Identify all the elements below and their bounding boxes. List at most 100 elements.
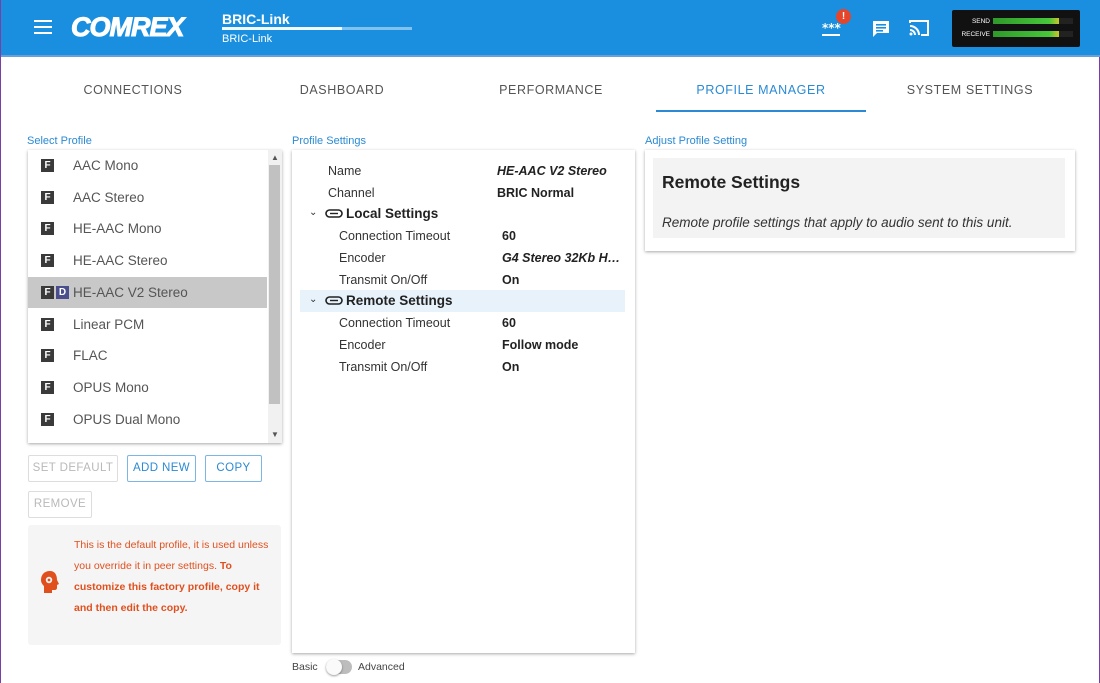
profile-name: AAC Stereo [73,190,145,205]
info-text: This is the default profile, it is used … [74,535,274,619]
setting-row-remote-encoder[interactable]: Encoder Follow mode [300,334,625,356]
svg-text:***: *** [822,21,842,35]
profile-item-selected[interactable]: F D HE-AAC V2 Stereo [28,277,267,308]
profile-item[interactable]: F HE-AAC Stereo [28,245,267,276]
setting-value: On [502,360,520,374]
device-status-bar [222,27,412,30]
profile-item[interactable]: F OPUS Mono [28,372,267,403]
link-icon [325,209,343,218]
setting-row-local-encoder[interactable]: Encoder G4 Stereo 32Kb HE-AAC V2 [300,247,625,269]
factory-badge-icon: F [41,254,54,267]
main-tabs: CONNECTIONS DASHBOARD PERFORMANCE PROFIL… [28,72,1074,112]
copy-button[interactable]: COPY [205,455,262,482]
setting-row-channel[interactable]: Channel BRIC Normal [300,182,625,204]
remote-settings-group[interactable]: ⌄ Remote Settings [300,290,625,312]
link-icon [325,296,343,305]
scrollbar-thumb[interactable] [269,165,280,404]
default-badge-icon: D [56,286,69,299]
setting-key: Name [328,164,362,178]
add-new-button[interactable]: ADD NEW [127,455,196,482]
top-app-bar: COMREX BRIC-Link BRIC-Link *** ! SEND RE… [1,0,1100,57]
profile-name: HE-AAC Mono [73,221,162,236]
adjust-profile-panel: Remote Settings Remote profile settings … [645,150,1075,251]
group-label: Remote Settings [346,293,453,308]
profile-name: AAC Mono [73,158,139,173]
setting-value: 60 [502,229,516,243]
hamburger-menu-icon[interactable] [34,20,52,34]
send-label: SEND [971,18,990,25]
cast-icon[interactable] [907,18,931,40]
chat-icon[interactable] [870,18,894,40]
setting-key: Connection Timeout [339,316,451,330]
select-profile-label: Select Profile [27,135,92,147]
setting-value: 60 [502,316,516,330]
info-text-part1: This is the default profile, it is used … [74,539,269,572]
basic-advanced-toggle[interactable] [326,659,352,675]
setting-value: HE-AAC V2 Stereo [497,164,607,178]
factory-badge-icon: F [41,159,54,172]
remove-button[interactable]: REMOVE [28,491,92,518]
adjust-title: Remote Settings [662,172,801,192]
tab-performance[interactable]: PERFORMANCE [446,72,656,112]
group-label: Local Settings [346,206,439,221]
setting-row-remote-transmit[interactable]: Transmit On/Off On [300,356,625,378]
set-default-button[interactable]: SET DEFAULT [28,455,118,482]
basic-label: Basic [292,661,318,673]
advanced-label: Advanced [358,661,405,673]
setting-key: Encoder [339,338,386,352]
profile-settings-panel: Name HE-AAC V2 Stereo Channel BRIC Norma… [292,150,635,653]
profile-name: Linear PCM [73,317,145,332]
factory-badge-icon: F [41,191,54,204]
default-profile-notice: This is the default profile, it is used … [28,525,281,645]
chevron-down-icon[interactable]: ⌄ [309,207,317,218]
tab-connections[interactable]: CONNECTIONS [28,72,238,112]
setting-value: On [502,273,520,287]
setting-key: Connection Timeout [339,229,451,243]
chevron-down-icon[interactable]: ⌄ [309,294,317,305]
setting-row-local-transmit[interactable]: Transmit On/Off On [300,269,625,291]
alert-badge: ! [836,9,851,24]
tab-system-settings[interactable]: SYSTEM SETTINGS [865,72,1075,112]
factory-badge-icon: F [41,349,54,362]
factory-badge-icon: F [41,413,54,426]
setting-key: Transmit On/Off [339,360,428,374]
profile-list: F AAC Mono F AAC Stereo F HE-AAC Mono F … [28,150,282,443]
profile-settings-label: Profile Settings [292,135,366,147]
setting-row-local-timeout[interactable]: Connection Timeout 60 [300,225,625,247]
profile-item[interactable]: F FLAC [28,340,267,371]
audio-level-meter: SEND RECEIVE [952,10,1080,47]
device-subtitle: BRIC-Link [222,33,273,45]
scroll-down-icon[interactable]: ▼ [268,428,282,442]
setting-value: BRIC Normal [497,186,575,200]
profile-item[interactable]: F HE-AAC Mono [28,213,267,244]
password-alert-icon[interactable]: *** ! [820,9,851,40]
profile-name: OPUS Mono [73,380,149,395]
setting-row-name[interactable]: Name HE-AAC V2 Stereo [300,160,625,182]
adjust-card: Remote Settings Remote profile settings … [653,158,1065,238]
profile-name: FLAC [73,348,108,363]
factory-badge-icon: F [41,318,54,331]
head-gear-icon [40,570,60,594]
setting-value: G4 Stereo 32Kb HE-AAC V2 [502,251,623,265]
setting-row-remote-timeout[interactable]: Connection Timeout 60 [300,312,625,334]
profile-name: HE-AAC V2 Stereo [73,285,188,300]
receive-level-bar [993,31,1073,37]
send-level-bar [993,18,1073,24]
profile-item[interactable]: F Linear PCM [28,309,267,340]
profile-name: HE-AAC Stereo [73,253,168,268]
profile-item[interactable]: F OPUS Dual Mono [28,404,267,435]
adjust-description: Remote profile settings that apply to au… [662,215,1013,230]
factory-badge-icon: F [41,222,54,235]
setting-value: Follow mode [502,338,579,352]
tab-dashboard[interactable]: DASHBOARD [237,72,447,112]
receive-label: RECEIVE [961,31,990,38]
tab-profile-manager[interactable]: PROFILE MANAGER [656,72,866,112]
adjust-profile-label: Adjust Profile Setting [645,135,748,147]
setting-key: Transmit On/Off [339,273,428,287]
scroll-up-icon[interactable]: ▲ [268,151,282,165]
profile-item[interactable]: F AAC Mono [28,150,267,181]
profile-item[interactable]: F AAC Stereo [28,182,267,213]
setting-key: Encoder [339,251,386,265]
local-settings-group[interactable]: ⌄ Local Settings [300,203,625,225]
factory-badge-icon: F [41,381,54,394]
